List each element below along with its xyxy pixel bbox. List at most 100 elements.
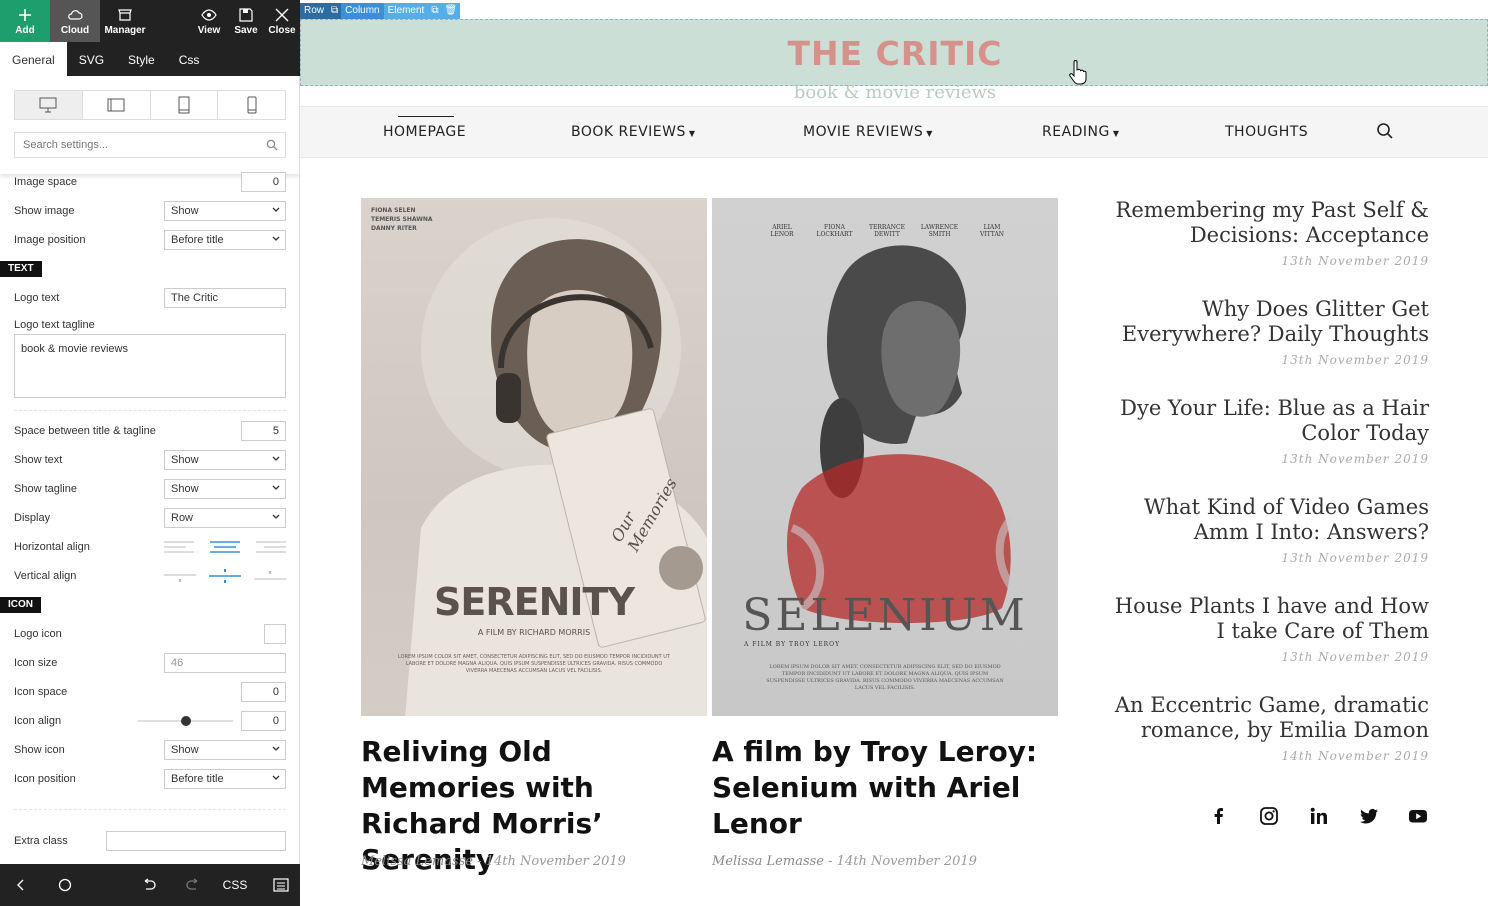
trash-icon[interactable]: 🗑 (441, 3, 461, 19)
duplicate-icon[interactable]: ⧉ (428, 3, 442, 19)
home-button[interactable] (52, 864, 78, 906)
logo-tagline-label: Logo text tagline (14, 319, 95, 331)
nav-item-homepage[interactable]: HOMEPAGE (383, 124, 466, 140)
chevron-down-icon (272, 485, 280, 490)
tab-general[interactable]: General (0, 42, 67, 76)
sidebar-post-title[interactable]: Why Does Glitter Get Everywhere? Daily T… (1100, 297, 1429, 347)
post-thumbnail-selenium[interactable]: ARIEL LENOR FIONA LOCKHART TERRANCE DEWI… (712, 198, 1058, 716)
nav-item-book-reviews[interactable]: BOOK REVIEWS ▼ (571, 124, 696, 140)
search-icon[interactable] (1376, 122, 1394, 140)
site-logo[interactable]: THE CRITIC (301, 34, 1488, 73)
tablet-landscape-icon (107, 98, 125, 112)
mobile-button[interactable] (218, 91, 285, 119)
align-right-icon[interactable] (253, 537, 287, 557)
tab-style[interactable]: Style (116, 42, 167, 76)
site-preview: Row ⧉ Column Element ⧉ 🗑 THE CRITIC book… (300, 0, 1488, 906)
logo-text-input[interactable]: The Critic (164, 288, 286, 308)
icon-align-input[interactable]: 0 (241, 711, 286, 731)
instagram-icon[interactable] (1259, 806, 1279, 826)
tablet-portrait-button[interactable] (151, 91, 219, 119)
logo-tagline-textarea[interactable]: book & movie reviews (14, 334, 286, 398)
logo-icon-label: Logo icon (14, 628, 62, 640)
tab-css[interactable]: Css (167, 42, 212, 76)
tab-svg[interactable]: SVG (67, 42, 116, 76)
facebook-icon[interactable] (1209, 806, 1229, 826)
post-author[interactable]: Melissa Lemasse (361, 854, 473, 869)
top-toolbar: Add Cloud Manager View Save Close (0, 0, 300, 42)
logo-icon-picker[interactable] (264, 624, 286, 644)
show-text-select[interactable]: Show (164, 450, 286, 470)
sidebar-post-title[interactable]: Remembering my Past Self & Decisions: Ac… (1100, 198, 1429, 248)
poster-title: SERENITY (434, 580, 635, 624)
manager-button[interactable]: Manager (100, 0, 150, 42)
linkedin-icon[interactable] (1309, 806, 1329, 826)
icon-position-select[interactable]: Before title (164, 769, 286, 789)
save-button[interactable]: Save (228, 0, 264, 42)
align-center-icon[interactable] (208, 537, 242, 557)
cloud-button[interactable]: Cloud (50, 0, 100, 42)
extra-class-input[interactable] (106, 831, 286, 851)
row-label[interactable]: Row (300, 3, 329, 19)
align-top-icon[interactable] (163, 566, 197, 586)
chevron-down-icon (272, 236, 280, 241)
sidebar-post-date: 13th November 2019 (1281, 551, 1429, 565)
divider (14, 410, 286, 411)
add-button[interactable]: Add (0, 0, 50, 42)
copy-icon[interactable]: ⧉ (328, 3, 342, 19)
element-label[interactable]: Element (383, 3, 429, 19)
save-icon (239, 7, 253, 22)
close-icon (275, 8, 289, 21)
tablet-landscape-button[interactable] (83, 91, 151, 119)
plus-icon (19, 8, 31, 21)
show-text-row: Show text Show (14, 450, 286, 470)
nav-item-reading[interactable]: READING ▼ (1042, 124, 1120, 140)
redo-button[interactable] (180, 864, 206, 906)
image-position-row: Image position Before title (14, 230, 286, 250)
icon-align-slider[interactable] (138, 712, 233, 730)
close-button[interactable]: Close (264, 0, 300, 42)
align-middle-icon[interactable] (208, 566, 242, 586)
post-author[interactable]: Melissa Lemasse (712, 854, 824, 869)
list-button[interactable] (268, 864, 294, 906)
twitter-icon[interactable] (1359, 806, 1379, 826)
align-bottom-icon[interactable] (253, 566, 287, 586)
logo-icon-row: Logo icon (14, 624, 286, 644)
eye-icon (201, 8, 217, 21)
sidebar-post-title[interactable]: An Eccentric Game, dramatic romance, by … (1100, 693, 1429, 743)
undo-icon (144, 878, 156, 890)
image-position-select[interactable]: Before title (164, 230, 286, 250)
search-settings-input[interactable] (14, 132, 286, 158)
show-image-select[interactable]: Show (164, 201, 286, 221)
undo-button[interactable] (136, 864, 162, 906)
post-thumbnail-serenity[interactable]: FIONA SELEN TEMERIS SHAWNA DANNY RITER O… (361, 198, 707, 716)
nav-label: MOVIE REVIEWS (803, 124, 924, 140)
manager-label: Manager (104, 24, 146, 36)
sidebar-post-title[interactable]: Dye Your Life: Blue as a Hair Color Toda… (1100, 396, 1429, 446)
display-select[interactable]: Row (164, 508, 286, 528)
icon-space-input[interactable]: 0 (241, 682, 286, 702)
space-title-tagline-input[interactable]: 5 (241, 421, 286, 441)
nav-item-movie-reviews[interactable]: MOVIE REVIEWS ▼ (803, 124, 933, 140)
align-left-icon[interactable] (163, 537, 197, 557)
desktop-button[interactable] (15, 91, 83, 119)
youtube-icon[interactable] (1408, 806, 1428, 826)
show-icon-select[interactable]: Show (164, 740, 286, 760)
nav-active-indicator (398, 116, 454, 117)
nav-item-thoughts[interactable]: THOUGHTS (1225, 124, 1308, 140)
image-space-input[interactable]: 0 (241, 172, 286, 192)
column-label[interactable]: Column (341, 3, 384, 19)
sidebar-post-title[interactable]: What Kind of Video Games Amm I Into: Ans… (1100, 495, 1429, 545)
post-date: 14th November 2019 (485, 854, 626, 869)
post-meta: Melissa Lemasse - 14th November 2019 (361, 854, 626, 869)
site-header[interactable]: THE CRITIC book & movie reviews (300, 19, 1488, 103)
icon-size-input[interactable]: 46 (164, 653, 286, 673)
view-button[interactable]: View (190, 0, 228, 42)
poster-title: SELENIUM (742, 590, 1028, 641)
sidebar-post-title[interactable]: House Plants I have and How I take Care … (1100, 594, 1429, 644)
css-button[interactable]: CSS (220, 864, 250, 906)
post-title-selenium[interactable]: A film by Troy Leroy: Selenium with Arie… (712, 734, 1042, 842)
sidebar-post-date: 13th November 2019 (1281, 353, 1429, 367)
back-button[interactable] (8, 864, 34, 906)
sidebar-post: Why Does Glitter Get Everywhere? Daily T… (1100, 297, 1429, 367)
show-tagline-select[interactable]: Show (164, 479, 286, 499)
